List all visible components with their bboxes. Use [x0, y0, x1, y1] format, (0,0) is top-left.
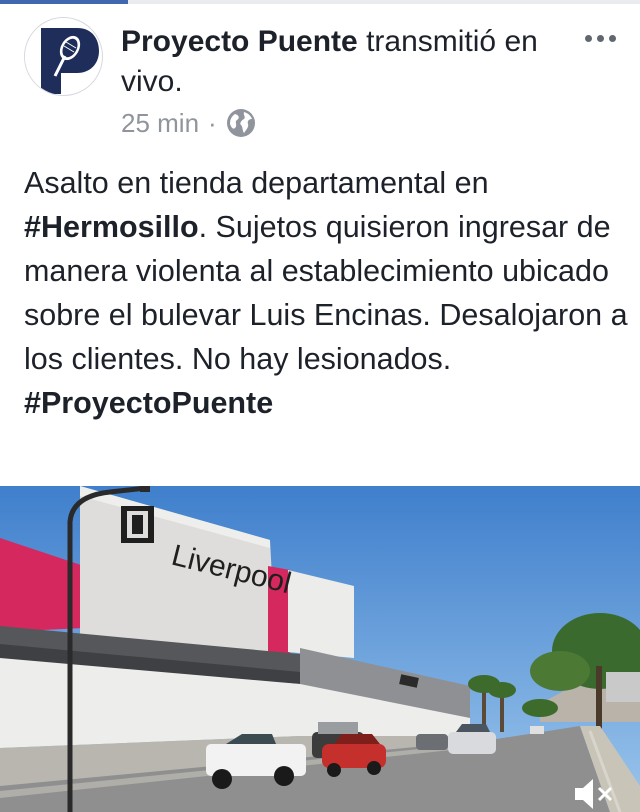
page-avatar[interactable] — [24, 17, 103, 96]
globe-icon — [226, 108, 256, 138]
post-body: Asalto en tienda departamental en #Hermo… — [24, 161, 628, 425]
more-dot — [608, 34, 616, 42]
live-progress-bar — [0, 0, 128, 4]
more-dot — [596, 34, 604, 42]
page-name-link[interactable]: Proyecto Puente — [121, 25, 358, 58]
live-video[interactable]: Liverpool — [0, 486, 640, 812]
video-frame: Liverpool — [0, 486, 640, 812]
post-header: Proyecto Puente transmitió en vivo. — [121, 22, 571, 102]
microphone-logo-icon — [25, 18, 99, 95]
meta-separator: · — [208, 107, 217, 138]
more-dot — [584, 34, 592, 42]
timestamp-link[interactable]: 25 min — [121, 108, 199, 139]
post-text-part: Asalto en tienda departamental en — [24, 166, 489, 200]
speaker-muted-icon — [575, 779, 613, 809]
hashtag-proyectopuente[interactable]: #ProyectoPuente — [24, 386, 273, 420]
live-progress-track — [0, 0, 640, 4]
more-options-button[interactable] — [576, 24, 624, 52]
post-meta: 25 min · — [121, 103, 256, 143]
hashtag-hermosillo[interactable]: #Hermosillo — [24, 210, 199, 244]
mute-toggle-button[interactable] — [566, 776, 624, 812]
